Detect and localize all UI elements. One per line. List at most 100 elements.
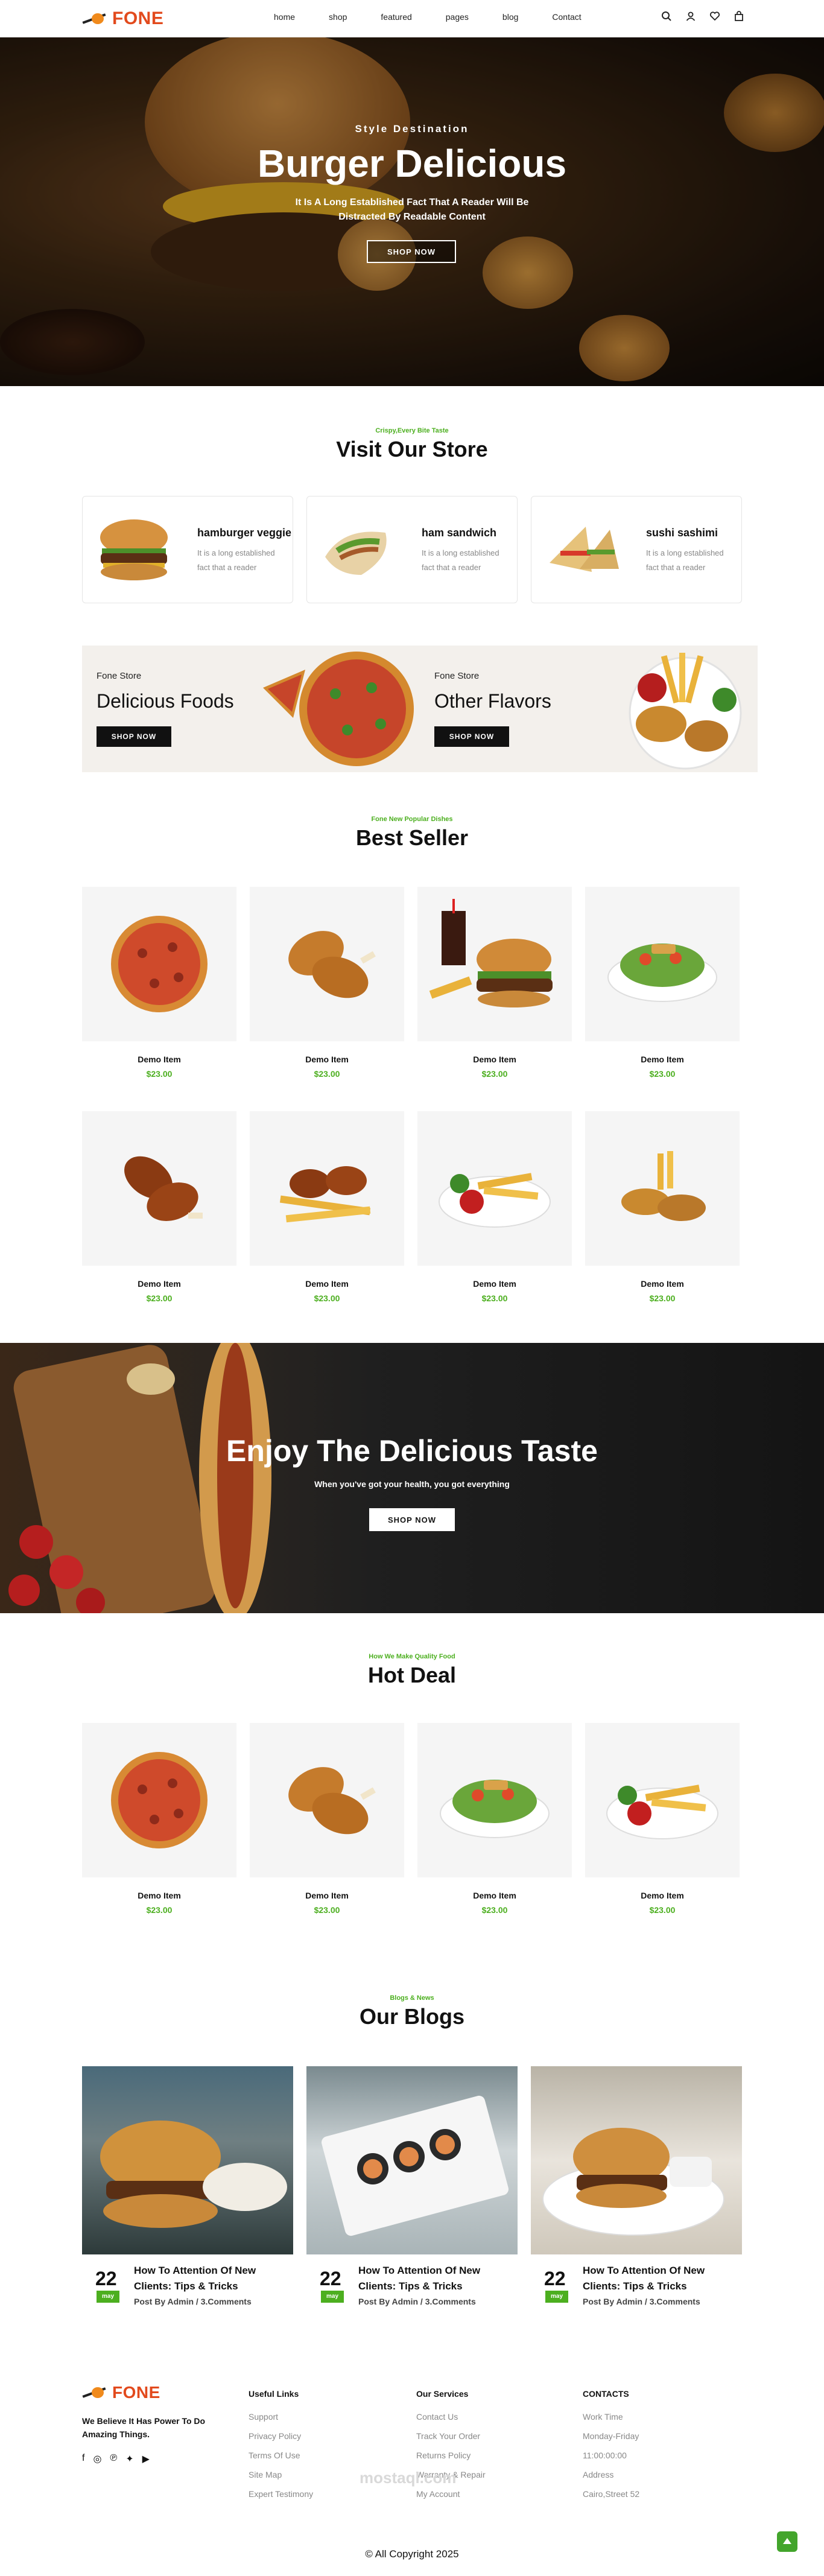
nav-featured[interactable]: featured <box>381 12 411 22</box>
instagram-icon[interactable]: ◎ <box>93 2453 101 2465</box>
nav-contact[interactable]: Contact <box>552 12 581 22</box>
footer-link[interactable]: My Account <box>416 2489 460 2499</box>
blog-card[interactable]: 22 may How To Attention Of New Clients: … <box>531 2066 742 2306</box>
product-name[interactable]: Demo Item <box>585 1891 740 1900</box>
pizza-image <box>111 1752 208 1848</box>
product-image[interactable] <box>82 1723 236 1877</box>
promo-shop-now-button[interactable]: SHOP NOW <box>97 726 171 747</box>
product-card[interactable]: Demo Item $23.00 <box>585 1723 740 1915</box>
hot-deal-kicker: How We Make Quality Food <box>369 1653 455 1660</box>
blog-card[interactable]: 22 may How To Attention Of New Clients: … <box>306 2066 518 2306</box>
product-card[interactable]: Demo Item $23.00 <box>417 887 572 1079</box>
footer-link[interactable]: Track Your Order <box>416 2431 480 2441</box>
facebook-icon[interactable]: f <box>82 2453 84 2465</box>
blog-title[interactable]: How To Attention Of New Clients: Tips & … <box>358 2263 509 2294</box>
store-card[interactable]: hamburger veggie It is a long establishe… <box>82 496 293 603</box>
store-card-name: sushi sashimi <box>646 527 718 539</box>
pinterest-icon[interactable]: ℗ <box>110 2453 117 2465</box>
product-image[interactable] <box>250 1111 404 1266</box>
product-image[interactable] <box>417 1723 572 1877</box>
blog-day: 22 <box>320 2268 341 2289</box>
product-card[interactable]: Demo Item $23.00 <box>417 1723 572 1915</box>
back-to-top-button[interactable] <box>777 2531 797 2552</box>
product-image[interactable] <box>82 1111 236 1266</box>
product-image[interactable] <box>250 887 404 1041</box>
search-icon[interactable] <box>660 11 673 24</box>
footer-link[interactable]: Site Map <box>249 2470 282 2479</box>
product-name[interactable]: Demo Item <box>250 1279 404 1289</box>
product-name[interactable]: Demo Item <box>250 1055 404 1064</box>
product-price: $23.00 <box>314 1293 340 1303</box>
product-name[interactable]: Demo Item <box>82 1055 236 1064</box>
product-image[interactable] <box>82 887 236 1041</box>
footer-link[interactable]: Returns Policy <box>416 2451 471 2460</box>
product-price: $23.00 <box>146 1905 173 1915</box>
blog-card[interactable]: 22 may How To Attention Of New Clients: … <box>82 2066 293 2306</box>
product-image[interactable] <box>585 1723 740 1877</box>
hero-shop-now-button[interactable]: SHOP NOW <box>367 240 456 263</box>
nav-home[interactable]: home <box>274 12 295 22</box>
blog-title[interactable]: How To Attention Of New Clients: Tips & … <box>134 2263 285 2294</box>
product-name[interactable]: Demo Item <box>417 1891 572 1900</box>
product-image[interactable] <box>585 887 740 1041</box>
product-price: $23.00 <box>314 1905 340 1915</box>
bag-icon[interactable] <box>732 11 746 24</box>
product-name[interactable]: Demo Item <box>417 1055 572 1064</box>
hero-title: Burger Delicious <box>257 142 567 185</box>
product-name[interactable]: Demo Item <box>585 1279 740 1289</box>
nav-blog[interactable]: blog <box>502 12 518 22</box>
youtube-icon[interactable]: ▶ <box>142 2453 150 2465</box>
product-card[interactable]: Demo Item $23.00 <box>417 1111 572 1303</box>
product-name[interactable]: Demo Item <box>250 1891 404 1900</box>
product-name[interactable]: Demo Item <box>82 1891 236 1900</box>
footer-link[interactable]: Contact Us <box>416 2412 458 2422</box>
product-card[interactable]: Demo Item $23.00 <box>585 887 740 1079</box>
footer-tagline: We Believe It Has Power To Do Amazing Th… <box>82 2416 206 2439</box>
product-card[interactable]: Demo Item $23.00 <box>82 887 236 1079</box>
product-card[interactable]: Demo Item $23.00 <box>585 1111 740 1303</box>
fries-plate-image <box>439 1173 551 1228</box>
store-card[interactable]: sushi sashimi It is a long established f… <box>531 496 742 603</box>
product-card[interactable]: Demo Item $23.00 <box>250 887 404 1079</box>
twitter-icon[interactable]: ✦ <box>125 2453 133 2465</box>
blog-image[interactable] <box>306 2066 518 2254</box>
blog-month-badge: may <box>545 2291 568 2303</box>
product-card[interactable]: Demo Item $23.00 <box>250 1111 404 1303</box>
logo-text: FONE <box>112 8 164 28</box>
heart-icon[interactable] <box>708 11 721 24</box>
blog-title[interactable]: How To Attention Of New Clients: Tips & … <box>583 2263 734 2294</box>
product-image[interactable] <box>417 887 572 1041</box>
product-card[interactable]: Demo Item $23.00 <box>82 1723 236 1915</box>
product-card[interactable]: Demo Item $23.00 <box>250 1723 404 1915</box>
product-image[interactable] <box>585 1111 740 1266</box>
footer-logo[interactable]: FONE <box>82 2383 160 2402</box>
product-name[interactable]: Demo Item <box>417 1279 572 1289</box>
promo-banner: Fone Store Other Flavors SHOP NOW <box>420 646 758 772</box>
nav-pages[interactable]: pages <box>446 12 469 22</box>
contact-info: Work Time <box>583 2412 623 2422</box>
blog-image[interactable] <box>82 2066 293 2254</box>
nav-shop[interactable]: shop <box>329 12 347 22</box>
promo-title: Other Flavors <box>434 690 551 712</box>
product-image[interactable] <box>250 1723 404 1877</box>
footer-link[interactable]: Terms Of Use <box>249 2451 300 2460</box>
promo-store-label: Fone Store <box>97 671 142 681</box>
chicken-drumstick-image <box>124 1156 203 1221</box>
product-name[interactable]: Demo Item <box>585 1055 740 1064</box>
footer-link[interactable]: Support <box>249 2412 278 2422</box>
user-icon[interactable] <box>684 11 697 24</box>
product-image[interactable] <box>417 1111 572 1266</box>
blog-image[interactable] <box>531 2066 742 2254</box>
store-card[interactable]: ham sandwich It is a long established fa… <box>306 496 518 603</box>
footer-link[interactable]: Privacy Policy <box>249 2431 301 2441</box>
product-price: $23.00 <box>314 1069 340 1079</box>
footer-link[interactable]: Expert Testimony <box>249 2489 313 2499</box>
product-name[interactable]: Demo Item <box>82 1279 236 1289</box>
logo-mark-icon <box>82 12 110 25</box>
logo[interactable]: FONE <box>82 8 163 29</box>
taste-shop-now-button[interactable]: SHOP NOW <box>369 1508 455 1531</box>
product-card[interactable]: Demo Item $23.00 <box>82 1111 236 1303</box>
blog-byline: Post By Admin / 3.Comments <box>134 2297 252 2306</box>
promo-shop-now-button[interactable]: SHOP NOW <box>434 726 509 747</box>
main-nav: home shop featured pages blog Contact <box>274 12 615 22</box>
